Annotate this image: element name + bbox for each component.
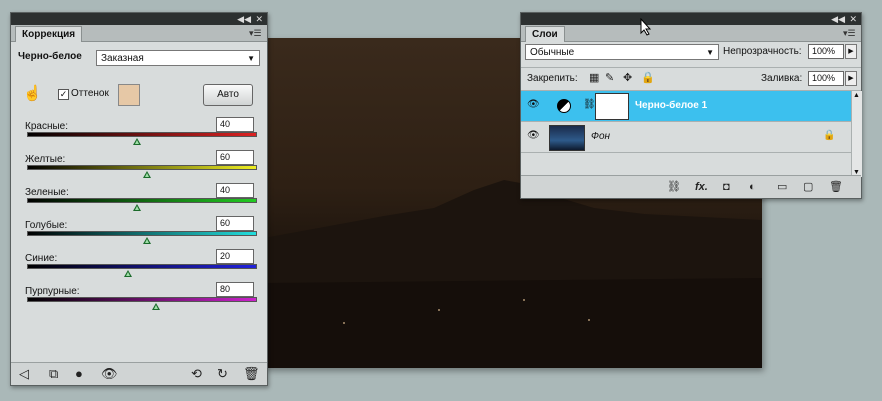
opacity-input[interactable]: 100% — [808, 44, 844, 59]
slider-label: Синие: — [25, 253, 58, 264]
layers-list: 👁 ⛓ Черно-белое 1 👁 Фон 🔒 ▲ ▼ — [521, 91, 862, 177]
preset-label: Черно-белое — [18, 51, 82, 62]
lock-row: Закрепить: ▦ ✎ ✥ 🔒 Заливка: 100% ▶ — [521, 67, 861, 91]
layer-mask-thumbnail[interactable] — [595, 93, 629, 120]
slider-label: Зеленые: — [25, 187, 69, 198]
close-icon[interactable]: ✕ — [849, 13, 857, 25]
adjustments-panel: ◀◀ ✕ Коррекция ▾☰ Черно-белое Заказная ▼… — [10, 12, 268, 386]
slider-track[interactable] — [27, 264, 257, 269]
tab-correction[interactable]: Коррекция — [15, 26, 83, 42]
eye-icon[interactable]: 👁 — [527, 100, 541, 110]
adjustment-layer-icon — [557, 99, 571, 113]
preset-select[interactable]: Заказная ▼ — [96, 50, 260, 66]
fill-input[interactable]: 100% — [808, 71, 844, 86]
eye-icon[interactable]: 👁 — [527, 131, 541, 141]
fill-arrow-icon[interactable]: ▶ — [845, 71, 857, 86]
layer-name[interactable]: Фон — [591, 131, 610, 142]
panel-dock-bar[interactable]: ◀◀ ✕ — [11, 13, 267, 25]
slider-value-input[interactable]: 20 — [216, 249, 254, 264]
fill-label: Заливка: — [761, 73, 803, 84]
layer-thumbnail[interactable] — [549, 125, 585, 151]
layers-bottom-bar: ⛓ fx. ◘ ◐ ▭ ▢ 🗑 — [521, 175, 861, 198]
slider-value-input[interactable]: 60 — [216, 150, 254, 165]
slider-thumb[interactable] — [133, 204, 142, 211]
lock-icon: 🔒 — [823, 130, 836, 141]
blend-mode-value: Обычные — [530, 47, 575, 58]
blend-mode-select[interactable]: Обычные ▼ — [525, 44, 719, 60]
slider-value-input[interactable]: 40 — [216, 183, 254, 198]
opacity-label: Непрозрачность: — [723, 46, 802, 57]
trash-icon[interactable]: 🗑 — [243, 367, 260, 381]
panel-bottom-bar: ◁ ⧉ ● 👁 ⟲ ↻ 🗑 — [11, 362, 267, 385]
add-mask-icon[interactable]: ◘ — [723, 180, 730, 194]
slider-track[interactable] — [27, 297, 257, 302]
slider-thumb[interactable] — [142, 237, 151, 244]
chain-link-icon[interactable]: ⛓ — [583, 99, 596, 110]
preset-value: Заказная — [101, 53, 144, 64]
tab-layers[interactable]: Слои — [525, 26, 565, 42]
collapse-icon[interactable]: ◀◀ — [237, 13, 251, 25]
slider-track[interactable] — [27, 132, 257, 137]
layer-row-background[interactable]: 👁 Фон 🔒 — [521, 122, 851, 153]
link-layers-icon[interactable]: ⛓ — [667, 180, 681, 194]
tab-row: Слои ▾☰ — [521, 25, 861, 42]
lock-transparent-icon[interactable]: ▦ — [589, 71, 599, 85]
new-group-icon[interactable]: ▭ — [777, 180, 787, 194]
reset-icon[interactable]: ↻ — [217, 367, 228, 381]
lock-move-icon[interactable]: ✥ — [623, 71, 632, 85]
chevron-down-icon: ▼ — [706, 48, 714, 57]
auto-button[interactable]: Авто — [203, 84, 253, 106]
slider-thumb[interactable] — [142, 171, 151, 178]
layers-panel: ◀◀ ✕ Слои ▾☰ Обычные ▼ Непрозрачность: 1… — [520, 12, 862, 199]
view-previous-icon[interactable]: ⟲ — [191, 367, 202, 381]
layer-name[interactable]: Черно-белое 1 — [635, 100, 707, 111]
lock-brush-icon[interactable]: ✎ — [605, 71, 614, 85]
panel-dock-bar[interactable]: ◀◀ ✕ — [521, 13, 861, 25]
slider-label: Желтые: — [25, 154, 66, 165]
clip-to-layer-icon[interactable]: ● — [75, 367, 83, 381]
new-layer-icon[interactable]: ▢ — [803, 180, 813, 194]
visibility-eye-icon[interactable]: 👁 — [101, 367, 118, 381]
trash-icon[interactable]: 🗑 — [829, 180, 843, 194]
slider-value-input[interactable]: 40 — [216, 117, 254, 132]
slider-track[interactable] — [27, 198, 257, 203]
slider-track[interactable] — [27, 231, 257, 236]
slider-label: Красные: — [25, 121, 68, 132]
slider-value-input[interactable]: 60 — [216, 216, 254, 231]
scroll-up-icon[interactable]: ▲ — [853, 92, 860, 99]
panel-menu-icon[interactable]: ▾☰ — [249, 28, 263, 38]
slider-label: Голубые: — [25, 220, 68, 231]
close-icon[interactable]: ✕ — [255, 13, 263, 25]
new-adjustment-icon[interactable]: ◐ — [749, 180, 756, 194]
lock-all-icon[interactable]: 🔒 — [641, 71, 655, 85]
slider-value-input[interactable]: 80 — [216, 282, 254, 297]
tint-color-swatch[interactable] — [118, 84, 140, 106]
opacity-arrow-icon[interactable]: ▶ — [845, 44, 857, 59]
lock-label: Закрепить: — [527, 73, 578, 84]
targeted-adjustment-hand-icon[interactable]: ☝ — [23, 86, 42, 101]
tab-row: Коррекция ▾☰ — [11, 25, 267, 42]
slider-thumb[interactable] — [151, 303, 160, 310]
slider-track[interactable] — [27, 165, 257, 170]
tint-checkbox[interactable]: ✓ — [58, 89, 69, 100]
layer-row-black-white[interactable]: 👁 ⛓ Черно-белое 1 — [521, 91, 851, 122]
slider-thumb[interactable] — [124, 270, 133, 277]
collapse-icon[interactable]: ◀◀ — [831, 13, 845, 25]
slider-thumb[interactable] — [133, 138, 142, 145]
fx-icon[interactable]: fx. — [695, 180, 708, 194]
back-arrow-icon[interactable]: ◁ — [19, 367, 29, 381]
scrollbar[interactable]: ▲ ▼ — [851, 91, 862, 177]
expand-view-icon[interactable]: ⧉ — [49, 367, 58, 381]
tint-label: Оттенок — [71, 88, 109, 99]
slider-label: Пурпурные: — [25, 286, 80, 297]
chevron-down-icon: ▼ — [247, 54, 255, 63]
panel-menu-icon[interactable]: ▾☰ — [843, 28, 857, 38]
